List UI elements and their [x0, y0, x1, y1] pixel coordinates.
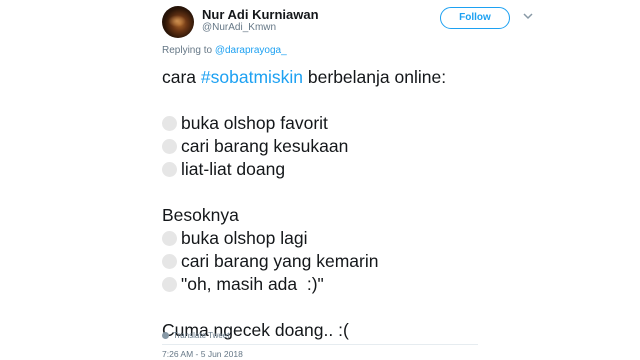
list-item: liat-liat doang: [162, 158, 446, 181]
list-item-text: liat-liat doang: [181, 159, 286, 179]
globe-icon: [162, 332, 169, 339]
intro-post: berbelanja online:: [303, 67, 447, 87]
list-item-text: cari barang yang kemarin: [181, 251, 379, 271]
tweet-card: Nur Adi Kurniawan @NurAdi_Kmwn Follow Re…: [0, 0, 640, 360]
list-item: cari barang kesukaan: [162, 135, 446, 158]
list-item: buka olshop lagi: [162, 227, 446, 250]
mention-link[interactable]: @daraprayoga_: [215, 45, 287, 56]
tweet-text: cara #sobatmiskin berbelanja online: buk…: [162, 66, 446, 342]
replying-to: Replying to @daraprayoga_: [162, 45, 287, 56]
translate-link[interactable]: Translate Tweet: [162, 331, 229, 340]
divider: [162, 344, 478, 345]
emoji-placeholder-icon: [162, 139, 177, 154]
replying-prefix: Replying to: [162, 45, 215, 56]
author-handle[interactable]: @NurAdi_Kmwn: [202, 22, 276, 33]
intro-line: cara #sobatmiskin berbelanja online:: [162, 66, 446, 89]
list-item-text: cari barang kesukaan: [181, 136, 349, 156]
translate-label: Translate Tweet: [173, 331, 230, 340]
chevron-down-icon[interactable]: [523, 12, 533, 20]
besoknya-line: Besoknya: [162, 205, 239, 225]
hashtag-link[interactable]: #sobatmiskin: [201, 67, 303, 87]
timestamp[interactable]: 7:26 AM - 5 Jun 2018: [162, 349, 243, 359]
emoji-placeholder-icon: [162, 277, 177, 292]
list-item-text: buka olshop favorit: [181, 113, 328, 133]
emoji-placeholder-icon: [162, 162, 177, 177]
list-item: cari barang yang kemarin: [162, 250, 446, 273]
emoji-placeholder-icon: [162, 116, 177, 131]
list-item-text: buka olshop lagi: [181, 228, 308, 248]
emoji-placeholder-icon: [162, 254, 177, 269]
list-item: "oh, masih ada :)": [162, 273, 446, 296]
list-item: buka olshop favorit: [162, 112, 446, 135]
intro-pre: cara: [162, 67, 201, 87]
avatar[interactable]: [162, 6, 194, 38]
emoji-placeholder-icon: [162, 231, 177, 246]
list-item-text: "oh, masih ada :)": [181, 274, 324, 294]
follow-button[interactable]: Follow: [440, 7, 510, 29]
author-name[interactable]: Nur Adi Kurniawan: [202, 7, 319, 22]
